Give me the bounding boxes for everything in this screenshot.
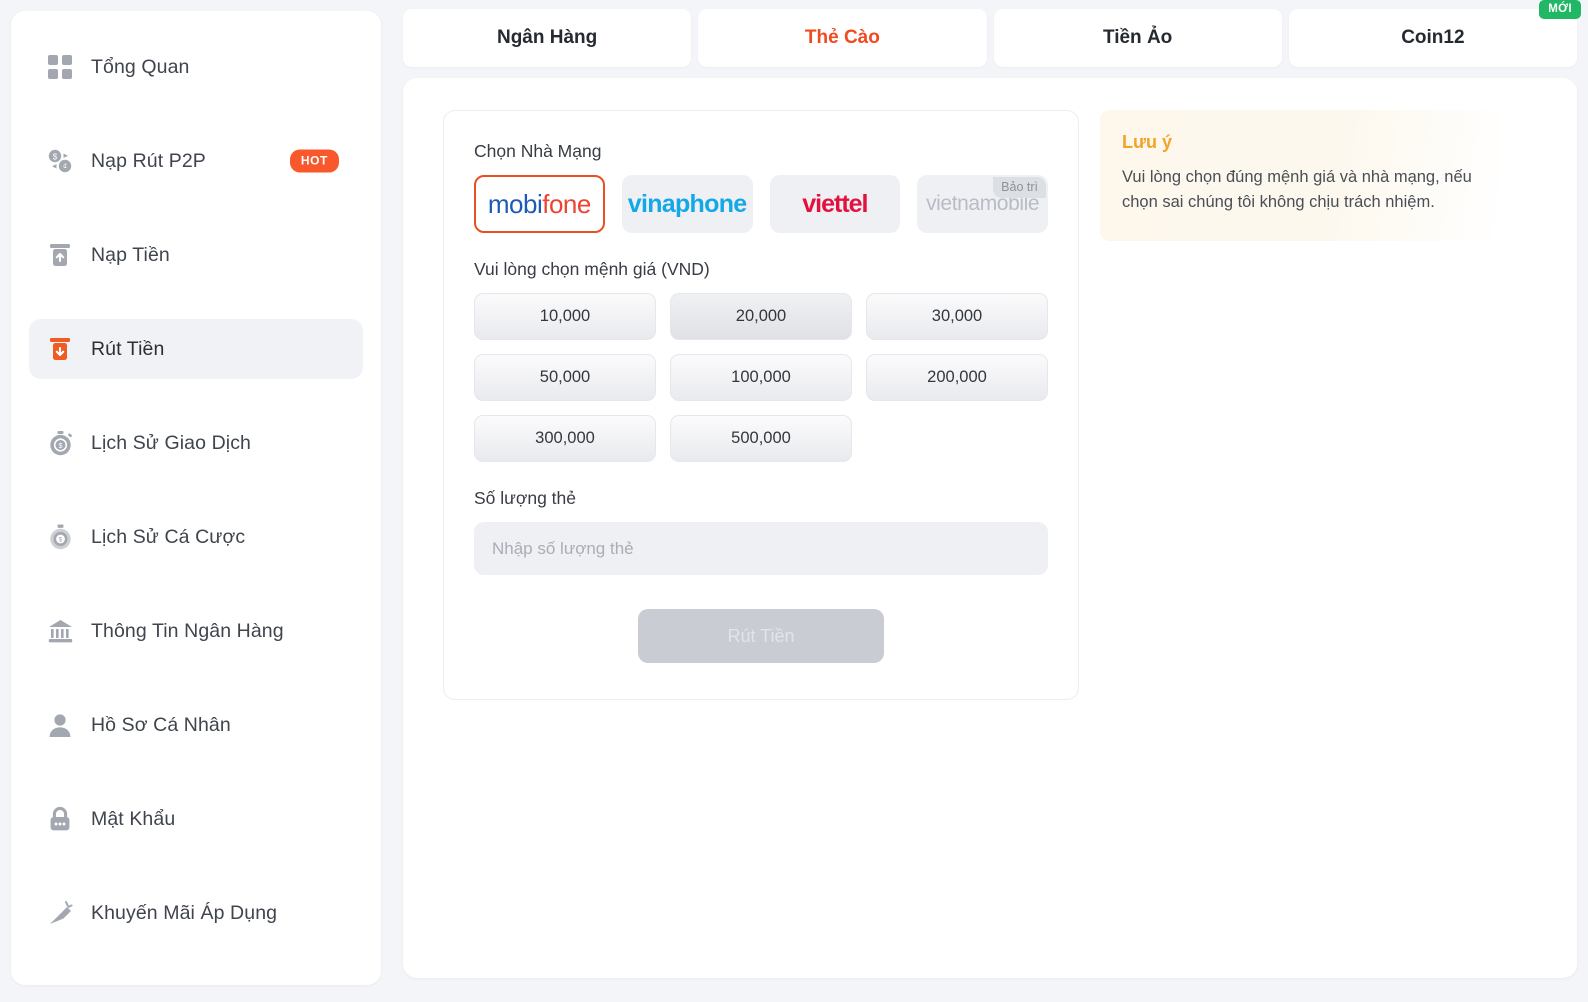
sidebar-item-label: Rút Tiền xyxy=(91,337,165,360)
denomination-option-3[interactable]: 50,000 xyxy=(474,354,656,401)
denomination-value: 300,000 xyxy=(535,429,595,447)
exchange-icon: $ ₫ xyxy=(45,146,75,176)
sidebar-item-label: Mật Khẩu xyxy=(91,807,176,830)
denomination-options: 10,000 20,000 30,000 50,000 100,000 200,000 30… xyxy=(474,293,1048,462)
sidebar-item-label: Khuyến Mãi Áp Dụng xyxy=(91,901,278,924)
transaction-history-icon: $ xyxy=(45,428,75,458)
sidebar-item-3[interactable]: Rút Tiền xyxy=(29,319,363,379)
quantity-section-label: Số lượng thẻ xyxy=(474,488,577,508)
denomination-option-5[interactable]: 200,000 xyxy=(866,354,1048,401)
carrier-option-vinaphone[interactable]: vinaphone xyxy=(621,175,753,233)
denomination-value: 100,000 xyxy=(731,368,791,386)
tab-label: Ngân Hàng xyxy=(496,27,598,48)
mobifone-logo-part2: fone xyxy=(542,188,591,219)
submit-row: Rút Tiền xyxy=(474,609,1048,663)
sidebar-item-badge: HOT xyxy=(289,149,339,173)
method-tabs: Ngân Hàng Thẻ Cào Tiền Ảo Coin12 MỚI xyxy=(403,0,1581,67)
app-root: Tổng Quan $ ₫ Nạp Rút P2P HOT Nạp Tiền Rút Tiề… xyxy=(0,0,1588,1002)
denomination-option-6[interactable]: 300,000 xyxy=(474,415,656,462)
notice-body: Vui lòng chọn đúng mệnh giá và nhà mạng,… xyxy=(1122,168,1472,212)
carrier-option-mobifone[interactable]: mobifone xyxy=(474,175,605,233)
carrier-section-label: Chọn Nhà Mạng xyxy=(474,141,602,161)
sidebar-item-label: Nạp Rút P2P xyxy=(91,149,206,172)
tab-1[interactable]: Thẻ Cào xyxy=(698,9,987,67)
notice-panel: Lưu ý Vui lòng chọn đúng mệnh giá và nhà… xyxy=(1100,110,1500,242)
withdraw-submit-button[interactable]: Rút Tiền xyxy=(638,609,884,663)
user-icon xyxy=(45,710,75,740)
sidebar-item-label: Thông Tin Ngân Hàng xyxy=(91,619,284,642)
sidebar-item-0[interactable]: Tổng Quan xyxy=(29,37,363,97)
sidebar-item-4[interactable]: $ Lịch Sử Giao Dịch xyxy=(29,413,363,473)
card-quantity-input[interactable] xyxy=(474,522,1048,575)
bet-history-icon: $ xyxy=(45,522,75,552)
bank-icon xyxy=(45,616,75,646)
carrier-option-viettel[interactable]: viettel xyxy=(769,175,901,233)
maintenance-badge: Bảo trì xyxy=(993,177,1046,198)
main-panel: Chọn Nhà Mạng mobifone vinaphone viettel vi… xyxy=(403,78,1577,978)
sidebar-item-label: Lịch Sử Giao Dịch xyxy=(91,431,251,454)
sidebar-item-5[interactable]: $ Lịch Sử Cá Cược xyxy=(29,507,363,567)
tab-2[interactable]: Tiền Ảo xyxy=(993,9,1282,67)
sidebar-item-label: Nạp Tiền xyxy=(91,243,170,266)
sidebar-item-8[interactable]: Mật Khẩu xyxy=(29,789,363,849)
sidebar-item-label: Tổng Quan xyxy=(91,55,190,78)
carrier-option-vietnamobile: vietnamobile Bảo trì xyxy=(917,175,1048,233)
promotion-icon xyxy=(45,898,75,928)
denomination-value: 30,000 xyxy=(931,307,983,325)
viettel-logo: viettel xyxy=(802,189,868,218)
sidebar-item-1[interactable]: $ ₫ Nạp Rút P2P HOT xyxy=(29,131,363,191)
svg-text:₫: ₫ xyxy=(63,162,67,171)
topup-form-card: Chọn Nhà Mạng mobifone vinaphone viettel vi… xyxy=(443,110,1079,700)
sidebar-item-label: Hồ Sơ Cá Nhân xyxy=(91,713,231,736)
denomination-option-4[interactable]: 100,000 xyxy=(670,354,852,401)
tab-label: Tiền Ảo xyxy=(1102,27,1173,48)
tab-label: Thẻ Cào xyxy=(804,27,880,48)
denomination-value: 200,000 xyxy=(927,368,987,386)
carrier-options: mobifone vinaphone viettel vietnamobile Bảo … xyxy=(474,175,1048,233)
svg-text:$: $ xyxy=(53,152,58,161)
svg-text:$: $ xyxy=(58,536,62,543)
denomination-value: 20,000 xyxy=(735,307,787,325)
denomination-section-label: Vui lòng chọn mệnh giá (VND) xyxy=(474,259,710,279)
mobifone-logo-part1: mobi xyxy=(487,188,543,219)
sidebar-item-label: Lịch Sử Cá Cược xyxy=(91,525,246,548)
denomination-value: 500,000 xyxy=(731,429,791,447)
grid-icon xyxy=(45,52,75,82)
denomination-option-2[interactable]: 30,000 xyxy=(866,293,1048,340)
withdraw-icon xyxy=(45,334,75,364)
notice-title: Lưu ý xyxy=(1122,132,1173,152)
tab-new-badge: MỚI xyxy=(1539,0,1581,19)
lock-icon xyxy=(45,804,75,834)
svg-text:$: $ xyxy=(58,441,62,450)
vinaphone-logo: vinaphone xyxy=(627,189,747,218)
denomination-value: 50,000 xyxy=(539,368,591,386)
sidebar-item-2[interactable]: Nạp Tiền xyxy=(29,225,363,285)
mobifone-logo: mobifone xyxy=(488,189,591,220)
denomination-option-1[interactable]: 20,000 xyxy=(670,293,852,340)
sidebar-item-6[interactable]: Thông Tin Ngân Hàng xyxy=(29,601,363,661)
deposit-icon xyxy=(45,240,75,270)
tab-0[interactable]: Ngân Hàng xyxy=(403,9,692,67)
sidebar-item-9[interactable]: Khuyến Mãi Áp Dụng xyxy=(29,883,363,943)
denomination-option-7[interactable]: 500,000 xyxy=(670,415,852,462)
tab-3[interactable]: Coin12 MỚI xyxy=(1288,0,1581,67)
sidebar: Tổng Quan $ ₫ Nạp Rút P2P HOT Nạp Tiền Rút Tiề… xyxy=(11,11,381,985)
denomination-value: 10,000 xyxy=(539,307,591,325)
sidebar-item-7[interactable]: Hồ Sơ Cá Nhân xyxy=(29,695,363,755)
denomination-option-0[interactable]: 10,000 xyxy=(474,293,656,340)
tab-label: Coin12 xyxy=(1401,27,1465,48)
